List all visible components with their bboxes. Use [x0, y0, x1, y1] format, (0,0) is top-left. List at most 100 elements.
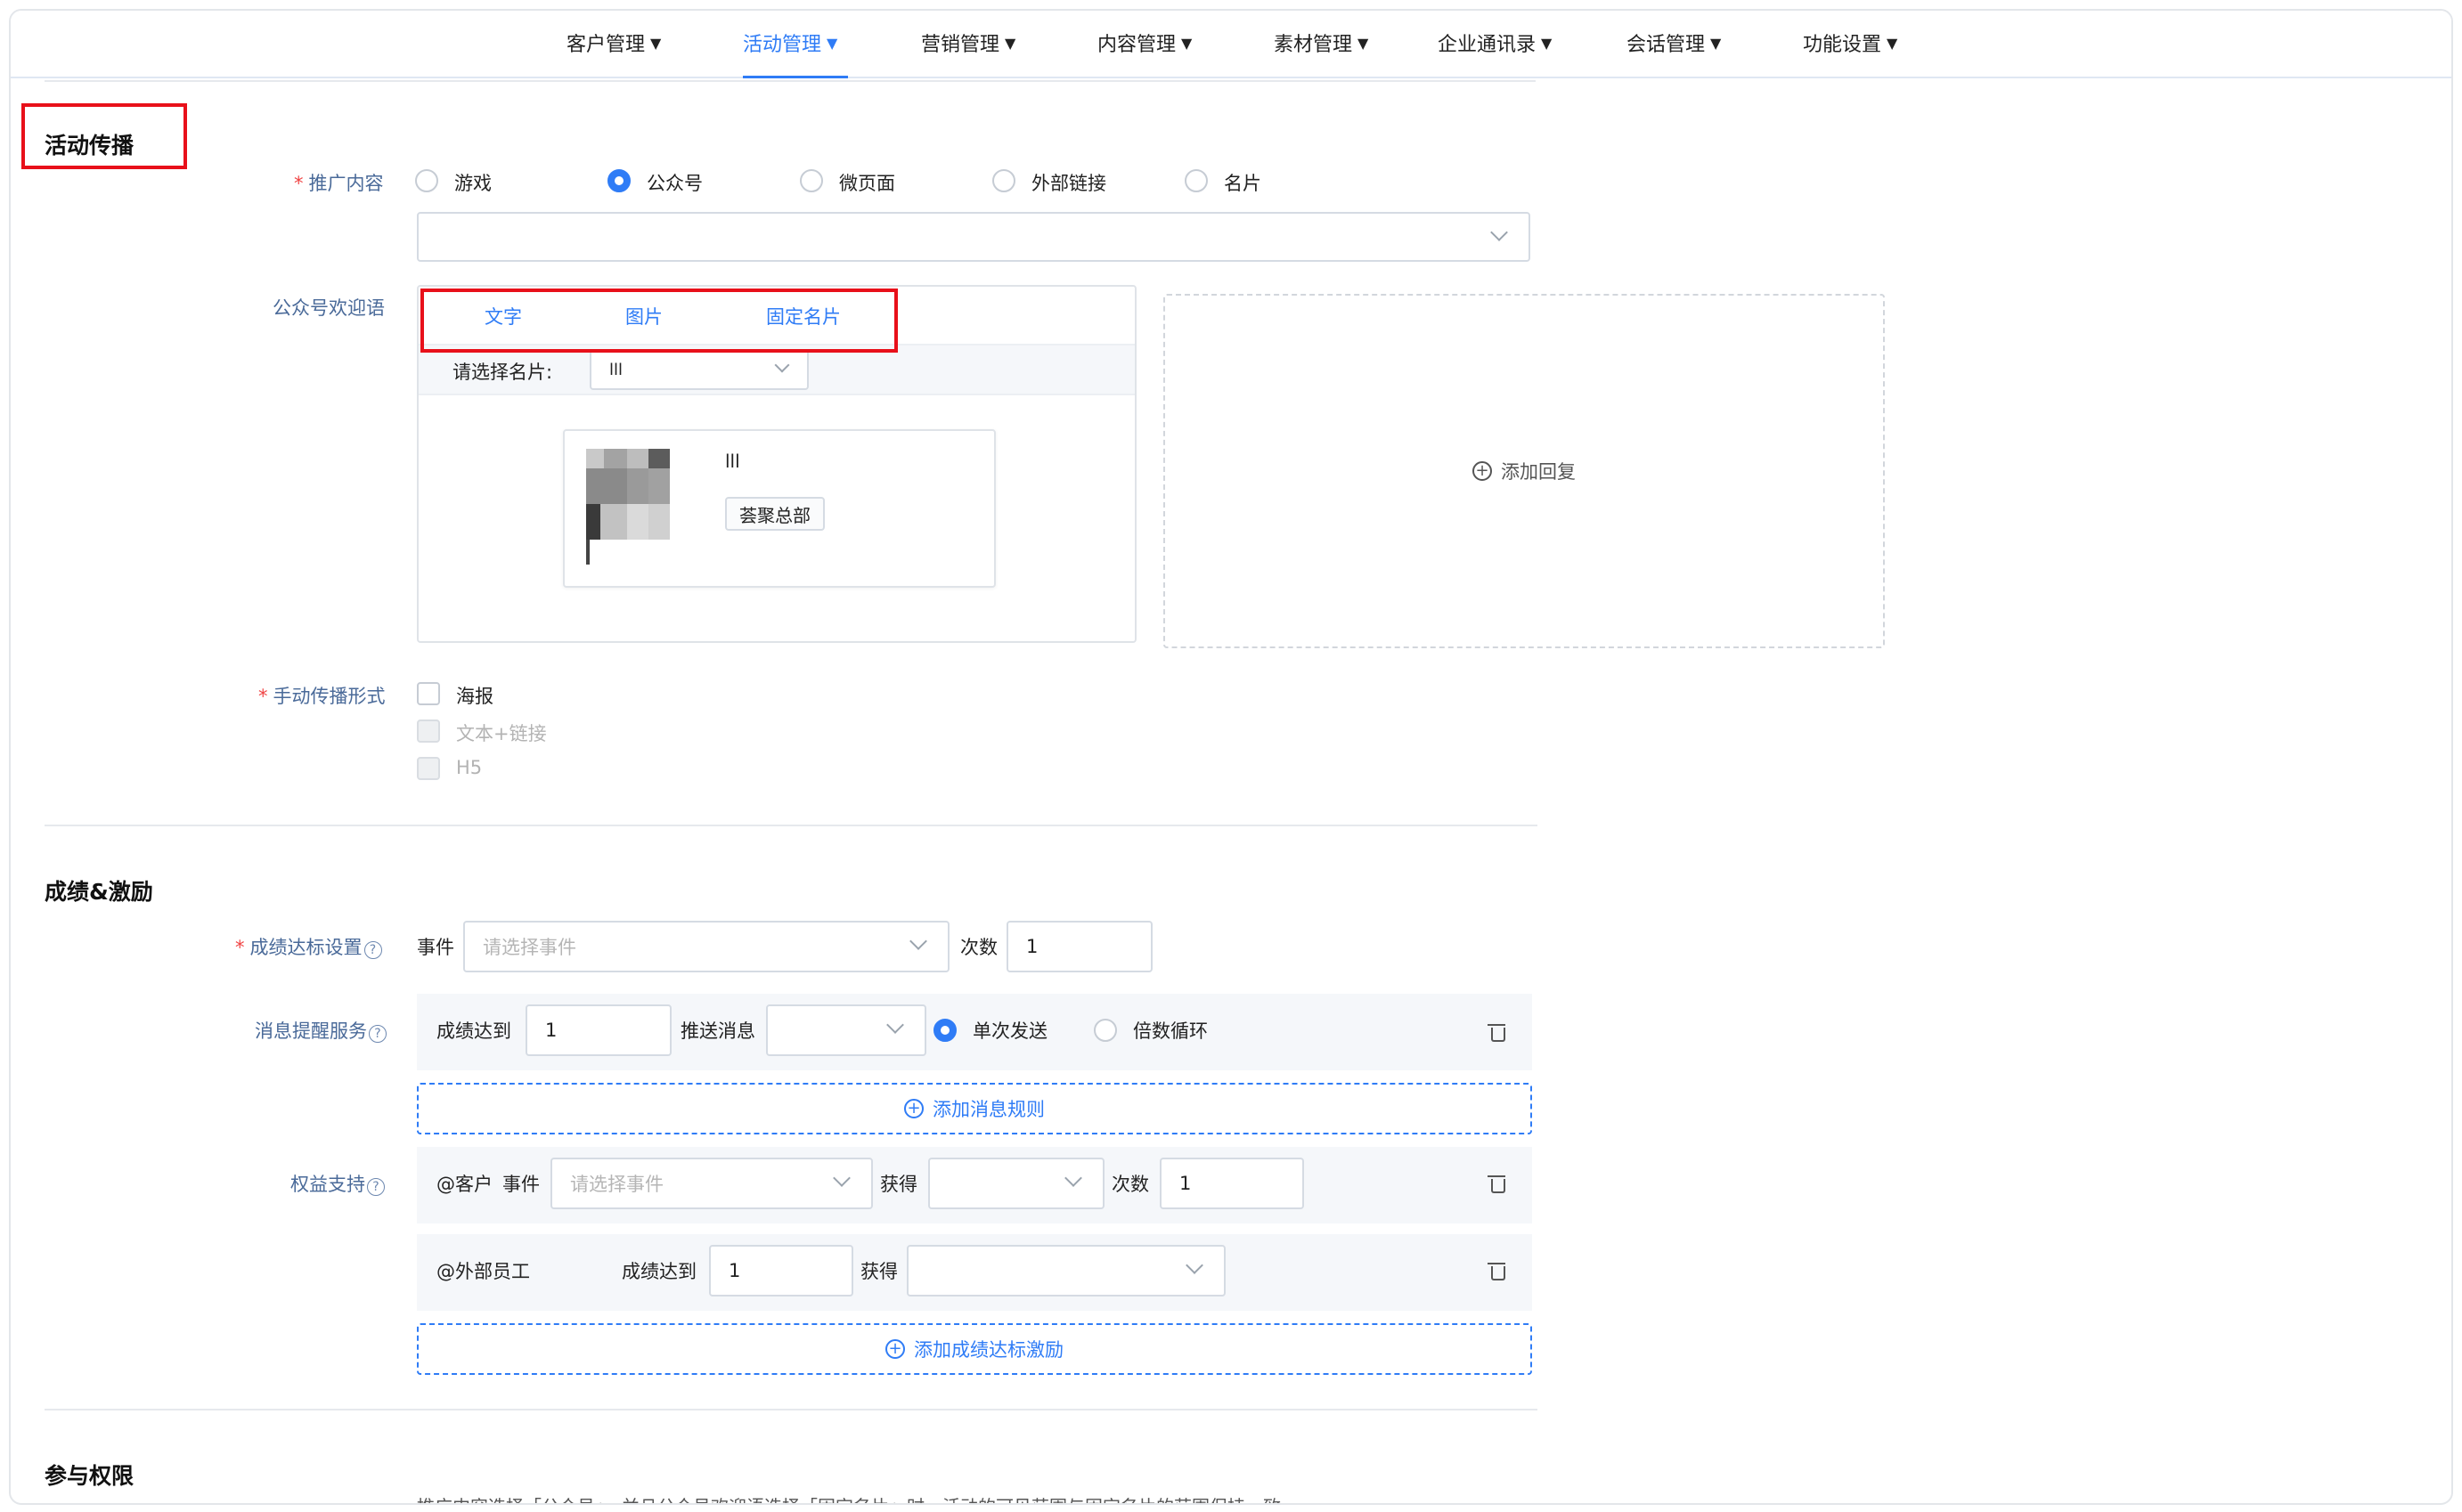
app-window: 客户管理 ▼ 活动管理 ▼ 营销管理 ▼ 内容管理 ▼ 素材管理 ▼ 企业通讯录 ▼ 会话管… [9, 9, 2453, 1505]
nav-active-indicator [743, 76, 848, 78]
add-reply-label: 添加回复 [1501, 461, 1576, 483]
section-divider [45, 1409, 1537, 1410]
section-divider [45, 825, 1537, 826]
radio-business-card[interactable] [1185, 169, 1208, 192]
nav-session[interactable]: 会话管理 ▼ [1626, 28, 1721, 57]
rights-customer-event-label: 事件 [502, 1174, 540, 1195]
radio-single-send[interactable] [933, 1019, 957, 1042]
radio-external-link-label: 外部链接 [1031, 173, 1106, 194]
chevron-down-icon [774, 357, 790, 373]
chevron-down-icon [1064, 1169, 1082, 1187]
add-circle-icon: + [1472, 461, 1492, 481]
msg-reach-input[interactable]: 1 [526, 1004, 672, 1056]
top-divider [45, 80, 1536, 82]
goal-event-select[interactable]: 请选择事件 [463, 921, 950, 972]
radio-business-card-label: 名片 [1224, 173, 1261, 194]
top-nav: 客户管理 ▼ 活动管理 ▼ 营销管理 ▼ 内容管理 ▼ 素材管理 ▼ 企业通讯录 ▼ 会话管… [11, 11, 2451, 78]
rights-customer-times-input[interactable]: 1 [1160, 1158, 1304, 1209]
goal-times-input[interactable]: 1 [1007, 921, 1153, 972]
rights-customer-times-label: 次数 [1112, 1174, 1149, 1195]
rights-customer-event-select[interactable]: 请选择事件 [550, 1158, 873, 1209]
radio-multiple-loop[interactable] [1094, 1019, 1117, 1042]
nav-contacts[interactable]: 企业通讯录 ▼ [1438, 28, 1552, 57]
caret-down-icon: ▼ [1005, 34, 1016, 52]
caret-down-icon: ▼ [827, 34, 838, 52]
radio-game[interactable] [415, 169, 438, 192]
chevron-down-icon [1490, 224, 1508, 241]
rights-staff-reach-input[interactable]: 1 [709, 1245, 853, 1297]
nav-material[interactable]: 素材管理 ▼ [1274, 28, 1368, 57]
delete-icon[interactable] [1488, 1263, 1505, 1280]
business-card-preview: lll 荟聚总部 [563, 429, 996, 588]
delete-icon[interactable] [1488, 1175, 1505, 1193]
chevron-down-icon [886, 1016, 904, 1034]
select-card-value: lll [609, 360, 624, 379]
select-card-label: 请选择名片: [452, 362, 553, 383]
add-goal-incentive-button[interactable]: + 添加成绩达标激励 [417, 1323, 1532, 1375]
caret-down-icon: ▼ [1181, 34, 1193, 52]
help-icon[interactable]: ? [363, 941, 382, 959]
section-title-participation: 参与权限 [45, 1463, 135, 1489]
card-avatar [586, 449, 670, 565]
delete-icon[interactable] [1488, 1024, 1505, 1042]
select-card-dropdown[interactable]: lll [590, 349, 809, 390]
card-name: lll [725, 451, 740, 472]
goal-times-label: 次数 [960, 937, 998, 958]
caret-down-icon: ▼ [1710, 34, 1722, 52]
participation-note: 推广内容选择「公众号」，并且公众号欢迎语选择「固定名片」时，活动的可见范围与固定… [417, 1492, 1281, 1503]
checkbox-text-link-label: 文本+链接 [456, 723, 547, 744]
rights-staff-reach-label: 成绩达到 [622, 1261, 697, 1282]
radio-official-account[interactable] [607, 169, 631, 192]
rights-staff-reward-select[interactable] [907, 1245, 1226, 1297]
card-tag: 荟聚总部 [725, 497, 825, 531]
section-title-activity-spread: 活动传播 [45, 133, 135, 159]
nav-marketing[interactable]: 营销管理 ▼ [921, 28, 1015, 57]
rights-staff-get-label: 获得 [860, 1261, 898, 1282]
msg-push-select[interactable] [766, 1004, 926, 1056]
add-circle-icon: + [885, 1339, 905, 1359]
help-icon[interactable]: ? [369, 1025, 387, 1043]
goal-setting-label: * 成绩达标设置? [235, 933, 382, 960]
caret-down-icon: ▼ [650, 34, 662, 52]
radio-multiple-loop-label: 倍数循环 [1133, 1020, 1208, 1042]
rights-customer-get-label: 获得 [880, 1174, 917, 1195]
radio-micro-page-label: 微页面 [839, 173, 895, 194]
add-circle-icon: + [904, 1099, 924, 1118]
chevron-down-icon [909, 932, 927, 950]
rights-staff-who: @外部员工 [436, 1261, 530, 1282]
message-reminder-label: 消息提醒服务? [255, 1017, 387, 1044]
manual-spread-label: * 手动传播形式 [258, 686, 386, 707]
official-account-select[interactable] [417, 212, 1530, 262]
checkbox-text-link[interactable] [417, 719, 440, 743]
nav-customer[interactable]: 客户管理 ▼ [567, 28, 661, 57]
section-title-score-incentive: 成绩&激励 [45, 879, 153, 905]
checkbox-poster[interactable] [417, 682, 440, 705]
promo-content-label: * 推广内容 [294, 173, 384, 194]
rights-customer-who: @客户 [436, 1174, 493, 1195]
caret-down-icon: ▼ [1887, 34, 1898, 52]
checkbox-poster-label: 海报 [456, 686, 493, 707]
radio-game-label: 游戏 [454, 173, 492, 194]
checkbox-h5[interactable] [417, 757, 440, 780]
nav-content[interactable]: 内容管理 ▼ [1097, 28, 1192, 57]
caret-down-icon: ▼ [1357, 34, 1369, 52]
chevron-down-icon [1186, 1256, 1203, 1274]
nav-activity[interactable]: 活动管理 ▼ [743, 28, 837, 57]
highlight-box-welcome-tabs [420, 289, 898, 353]
radio-single-send-label: 单次发送 [973, 1020, 1048, 1042]
radio-micro-page[interactable] [800, 169, 823, 192]
help-icon[interactable]: ? [367, 1178, 385, 1196]
goal-event-label: 事件 [417, 937, 454, 958]
add-message-rule-button[interactable]: + 添加消息规则 [417, 1083, 1532, 1134]
rights-support-label: 权益支持? [290, 1170, 385, 1197]
radio-official-account-label: 公众号 [647, 173, 703, 194]
checkbox-h5-label: H5 [456, 757, 483, 778]
add-reply-area[interactable]: + 添加回复 [1163, 294, 1885, 648]
chevron-down-icon [833, 1169, 851, 1187]
radio-external-link[interactable] [992, 169, 1015, 192]
caret-down-icon: ▼ [1541, 34, 1553, 52]
msg-reach-label: 成绩达到 [436, 1020, 511, 1042]
nav-settings[interactable]: 功能设置 ▼ [1803, 28, 1897, 57]
select-card-row: 请选择名片: lll [419, 345, 1135, 395]
rights-customer-reward-select[interactable] [928, 1158, 1105, 1209]
